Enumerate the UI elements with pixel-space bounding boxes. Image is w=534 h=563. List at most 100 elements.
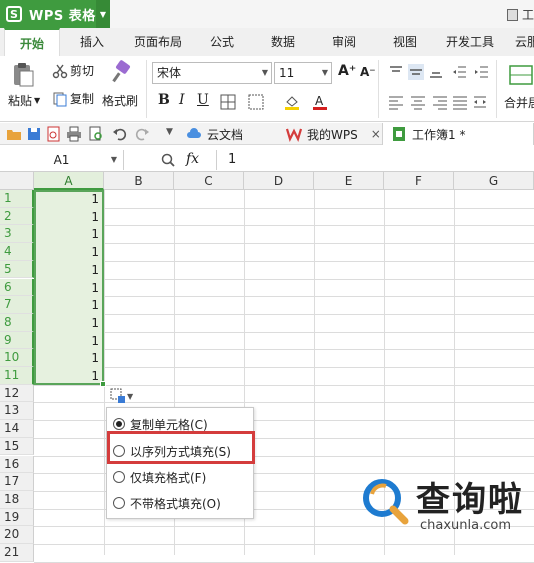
chevron-down-icon[interactable]: ▼	[166, 127, 173, 137]
cell-a[interactable]: 1	[34, 349, 102, 367]
row-header[interactable]: 2	[0, 207, 34, 226]
zoom-icon[interactable]	[160, 152, 176, 168]
row-header[interactable]: 6	[0, 278, 34, 297]
align-bottom-icon[interactable]	[428, 64, 444, 80]
doc-tab-workbook[interactable]: 工作簿1 *	[382, 123, 534, 145]
align-right-icon[interactable]	[432, 94, 448, 110]
row-header[interactable]: 5	[0, 260, 34, 279]
print-icon[interactable]	[66, 126, 82, 142]
redo-icon[interactable]	[134, 126, 150, 142]
row-header[interactable]: 9	[0, 331, 34, 350]
row-header[interactable]: 10	[0, 349, 34, 367]
tab-data[interactable]: 数据	[271, 28, 295, 56]
print-preview-icon[interactable]	[88, 126, 104, 142]
paste-icon[interactable]	[10, 62, 36, 88]
paste-button[interactable]: 粘贴 ▼	[8, 92, 40, 109]
row-header[interactable]: 7	[0, 296, 34, 314]
column-header-d[interactable]: D	[244, 172, 314, 190]
underline-icon[interactable]: U	[197, 92, 209, 108]
doc-tab-cloud[interactable]: 云文档	[186, 123, 243, 145]
increase-indent-icon[interactable]	[474, 64, 490, 80]
cell-a[interactable]: 1	[34, 225, 102, 243]
row-header[interactable]: 21	[0, 544, 34, 562]
distributed-icon[interactable]	[472, 94, 488, 110]
tab-developer[interactable]: 开发工具	[446, 28, 494, 56]
formula-input[interactable]: 1	[228, 152, 236, 167]
copy-button[interactable]: 复制	[52, 90, 94, 107]
cell-a[interactable]: 1	[34, 314, 102, 332]
row-header[interactable]: 13	[0, 402, 34, 421]
align-left-icon[interactable]	[388, 94, 404, 110]
select-all-corner[interactable]	[0, 172, 34, 190]
decrease-indent-icon[interactable]	[452, 64, 468, 80]
row-header[interactable]: 19	[0, 508, 34, 527]
column-header-c[interactable]: C	[174, 172, 244, 190]
justify-icon[interactable]	[452, 94, 468, 110]
cell-a[interactable]: 1	[34, 367, 102, 385]
tab-cloud[interactable]: 云服	[515, 28, 534, 56]
column-header-a[interactable]: A	[34, 172, 104, 190]
format-painter-icon[interactable]	[108, 60, 134, 86]
font-size-select[interactable]: 11 ▼	[274, 62, 332, 84]
title-right-area[interactable]: 工	[506, 6, 534, 23]
column-header-f[interactable]: F	[384, 172, 454, 190]
row-header[interactable]: 14	[0, 420, 34, 438]
merge-center-button[interactable]: 合并居	[504, 94, 534, 111]
row-header[interactable]: 17	[0, 473, 34, 491]
tab-review[interactable]: 审阅	[332, 28, 356, 56]
option-fill-without-formatting[interactable]: 不带格式填充(O)	[113, 492, 253, 514]
autofill-options-button[interactable]: ▼	[110, 388, 136, 404]
align-top-icon[interactable]	[388, 64, 404, 80]
bold-icon[interactable]: B	[158, 92, 170, 108]
fill-handle[interactable]	[100, 381, 106, 387]
cell-a[interactable]: 1	[34, 208, 102, 226]
row-header[interactable]: 1	[0, 190, 34, 208]
row-header[interactable]: 12	[0, 384, 34, 403]
open-folder-icon[interactable]	[6, 126, 22, 142]
cell-a[interactable]: 1	[34, 296, 102, 314]
row-header[interactable]: 8	[0, 313, 34, 332]
merge-center-icon[interactable]	[508, 62, 534, 88]
row-header[interactable]: 16	[0, 455, 34, 474]
undo-icon[interactable]	[112, 126, 128, 142]
chevron-down-icon[interactable]: ▼	[96, 0, 110, 28]
row-header[interactable]: 18	[0, 490, 34, 509]
cell-a[interactable]: 1	[34, 190, 102, 208]
fx-button[interactable]: fx	[186, 151, 199, 167]
app-menu-button[interactable]: S WPS 表格 ▼	[0, 0, 110, 28]
cell-a[interactable]: 1	[34, 279, 102, 297]
align-center-icon[interactable]	[410, 94, 426, 110]
shrink-font-icon[interactable]: A⁻	[360, 65, 376, 79]
cut-button[interactable]: 剪切	[52, 62, 94, 79]
borders-icon[interactable]	[220, 94, 236, 110]
tab-home[interactable]: 开始	[4, 28, 60, 56]
tab-formulas[interactable]: 公式	[210, 28, 234, 56]
close-icon[interactable]: ×	[371, 127, 381, 141]
export-pdf-icon[interactable]	[46, 126, 62, 142]
option-fill-formatting-only[interactable]: 仅填充格式(F)	[113, 466, 253, 488]
column-header-b[interactable]: B	[104, 172, 174, 190]
radio-fill-without-formatting[interactable]	[113, 497, 125, 509]
tab-page-layout[interactable]: 页面布局	[134, 28, 182, 56]
cell-a[interactable]: 1	[34, 261, 102, 279]
merge-cells-grid-icon[interactable]	[248, 94, 264, 110]
grow-font-icon[interactable]: A⁺	[338, 63, 356, 79]
row-header[interactable]: 3	[0, 225, 34, 244]
radio-copy-cells[interactable]	[113, 418, 125, 430]
name-box[interactable]: A1 ▼	[0, 150, 124, 170]
cell-a[interactable]: 1	[34, 332, 102, 350]
column-header-e[interactable]: E	[314, 172, 384, 190]
align-middle-icon[interactable]	[408, 64, 424, 80]
fill-color-icon[interactable]	[284, 94, 300, 110]
column-header-g[interactable]: G	[454, 172, 534, 190]
format-painter-button[interactable]: 格式刷	[102, 92, 138, 109]
font-color-icon[interactable]: A	[312, 94, 328, 110]
row-header[interactable]: 11	[0, 367, 34, 385]
save-icon[interactable]	[26, 126, 42, 142]
tab-view[interactable]: 视图	[393, 28, 417, 56]
row-header[interactable]: 20	[0, 526, 34, 544]
cell-a[interactable]: 1	[34, 243, 102, 261]
radio-fill-formatting-only[interactable]	[113, 471, 125, 483]
doc-tab-mywps[interactable]: 我的WPS ×	[286, 123, 381, 145]
italic-icon[interactable]: I	[179, 92, 185, 108]
